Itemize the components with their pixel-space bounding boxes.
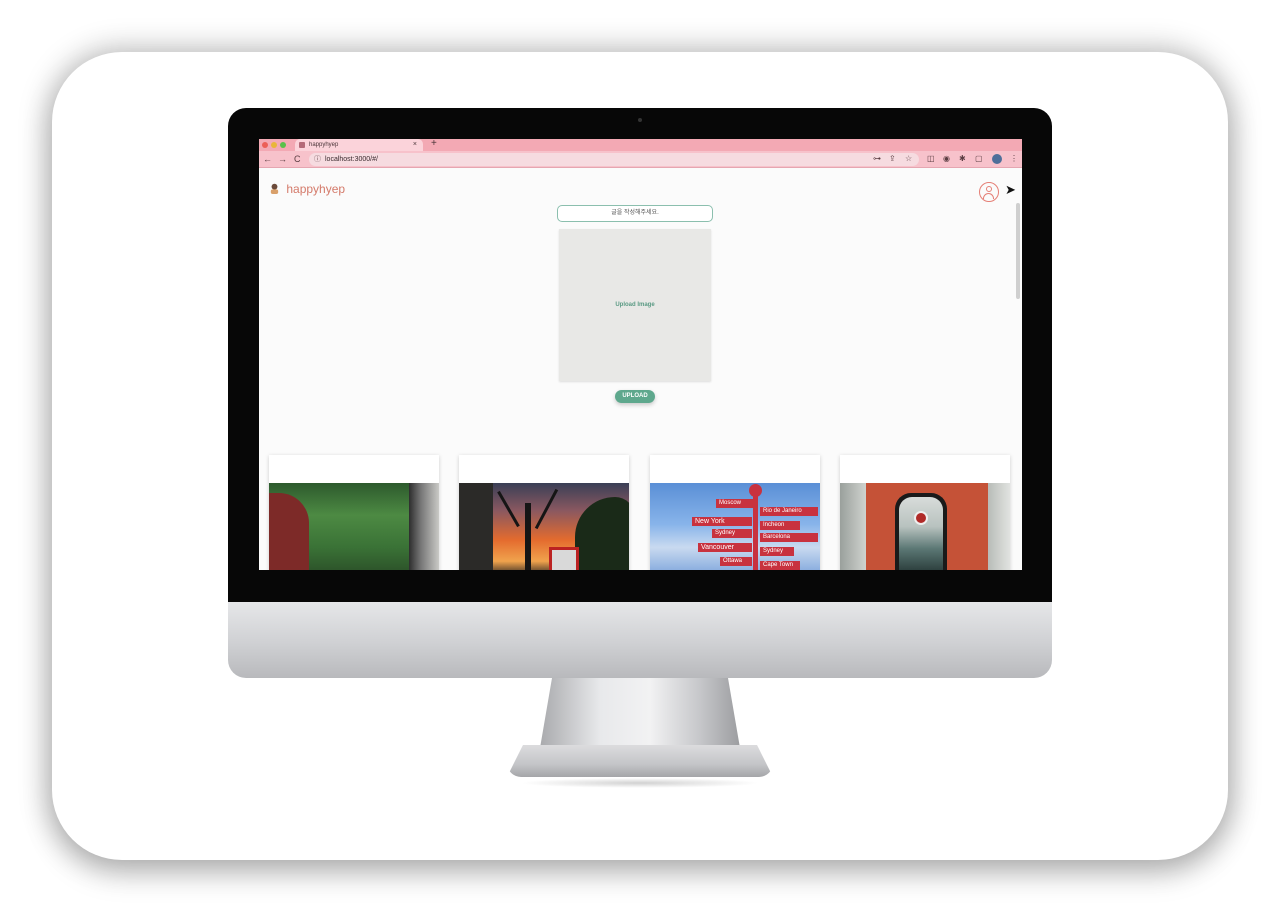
camera bbox=[638, 118, 642, 122]
site-info-icon[interactable]: ⓘ bbox=[314, 153, 321, 166]
sign-arrow: Incheon bbox=[760, 521, 800, 530]
logo-icon bbox=[270, 183, 279, 194]
imac-chin bbox=[228, 602, 1052, 678]
sign-arrow: Ottawa bbox=[720, 557, 752, 566]
logo[interactable]: happyhyep bbox=[269, 182, 345, 196]
wall-shape bbox=[840, 483, 866, 570]
seat-shape bbox=[269, 493, 309, 570]
share-icon[interactable]: ⇪ bbox=[889, 153, 896, 165]
bush-shape bbox=[575, 497, 629, 570]
user-head-shape bbox=[986, 186, 992, 192]
tab-close-icon[interactable]: × bbox=[413, 139, 417, 151]
road-sign-shape bbox=[549, 547, 579, 570]
sign-arrow: New York bbox=[692, 517, 752, 526]
branch-shape bbox=[534, 488, 559, 530]
emblem-shape bbox=[914, 511, 928, 525]
side-panel-icon[interactable]: ▢ bbox=[975, 153, 983, 165]
url-field[interactable]: ⓘ localhost:3000/#/ bbox=[309, 153, 919, 166]
upload-button[interactable]: UPLOAD bbox=[615, 390, 655, 403]
wall-shape bbox=[988, 483, 1010, 570]
tab-bar: happyhyep × + bbox=[259, 139, 1022, 151]
puzzle-icon[interactable]: ✱ bbox=[959, 153, 966, 165]
user-account-icon[interactable] bbox=[979, 182, 999, 202]
photo-sign-post: Moscow Rio de Janeiro New York Incheon S… bbox=[650, 483, 820, 570]
gallery-card-signpost[interactable]: Moscow Rio de Janeiro New York Incheon S… bbox=[650, 455, 820, 570]
sign-arrow: Vancouver bbox=[698, 543, 752, 552]
tab-title: happyhyep bbox=[309, 142, 339, 148]
logo-text: happyhyep bbox=[286, 182, 346, 196]
extension-eye-icon[interactable]: ◉ bbox=[943, 153, 950, 165]
password-key-icon[interactable]: ⊶ bbox=[873, 153, 881, 165]
url-text: localhost:3000/#/ bbox=[325, 156, 378, 163]
photo-sunset-tree bbox=[459, 483, 629, 570]
reload-icon[interactable]: C bbox=[294, 153, 301, 165]
window-frame-shape bbox=[409, 483, 439, 570]
imac-stand-neck bbox=[540, 678, 740, 748]
bookmark-star-icon[interactable]: ☆ bbox=[905, 153, 912, 165]
imac-stand-foot bbox=[507, 745, 773, 777]
browser-window: happyhyep × + ← → C ⓘ localhost:3000/#/ … bbox=[259, 139, 1022, 570]
maximize-window-dot[interactable] bbox=[280, 142, 286, 148]
sign-arrow: Barcelona bbox=[760, 533, 818, 542]
photo-train-door bbox=[840, 483, 1010, 570]
branch-shape bbox=[497, 490, 520, 528]
close-window-dot[interactable] bbox=[262, 142, 268, 148]
upload-image-area[interactable]: Upload Image bbox=[559, 229, 711, 381]
scrollbar[interactable] bbox=[1016, 203, 1020, 299]
mouse-cursor-icon: ➤ bbox=[1005, 182, 1016, 197]
menu-icon[interactable]: ⋮ bbox=[1010, 153, 1018, 165]
building-shape bbox=[459, 483, 493, 570]
sign-arrow: Moscow bbox=[716, 499, 754, 508]
profile-avatar[interactable] bbox=[992, 154, 1002, 164]
upload-image-label: Upload Image bbox=[615, 302, 655, 308]
gallery-card-train[interactable] bbox=[840, 455, 1010, 570]
sign-arrow: Cape Town bbox=[760, 561, 800, 570]
photo-forest-window bbox=[269, 483, 439, 570]
forward-icon[interactable]: → bbox=[278, 153, 287, 165]
door-window-glass bbox=[899, 497, 943, 570]
user-body-shape bbox=[983, 193, 994, 199]
new-tab-icon[interactable]: + bbox=[431, 139, 437, 149]
stand-shadow bbox=[520, 778, 760, 788]
extension-icon[interactable]: ◫ bbox=[927, 153, 935, 165]
tab-happyhyep[interactable]: happyhyep × bbox=[295, 139, 423, 151]
gallery-card-forest[interactable] bbox=[269, 455, 439, 570]
address-bar-row: ← → C ⓘ localhost:3000/#/ ⊶ ⇪ ☆ ◫ ◉ ✱ ▢ … bbox=[259, 151, 1022, 168]
sign-arrow: Sydney bbox=[760, 547, 794, 556]
page-content: happyhyep ➤ 글을 작성해주세요. Upload Image UPLO… bbox=[259, 168, 1022, 570]
post-text-input[interactable]: 글을 작성해주세요. bbox=[557, 205, 713, 222]
gallery-card-sunset[interactable] bbox=[459, 455, 629, 570]
back-icon[interactable]: ← bbox=[263, 153, 272, 165]
sign-arrow: Rio de Janeiro bbox=[760, 507, 818, 516]
minimize-window-dot[interactable] bbox=[271, 142, 277, 148]
sign-arrow: Sydney bbox=[712, 529, 752, 538]
sign-pole-top bbox=[749, 484, 762, 497]
favicon-icon bbox=[299, 142, 305, 148]
tree-trunk-shape bbox=[525, 503, 531, 570]
